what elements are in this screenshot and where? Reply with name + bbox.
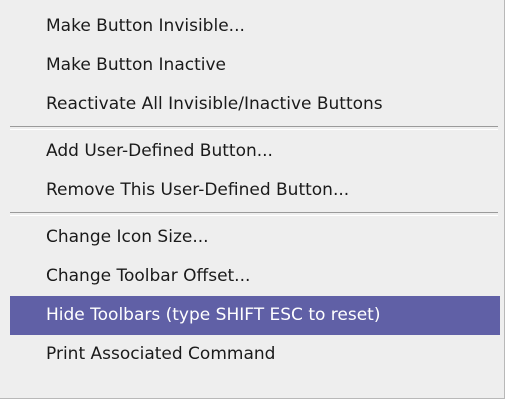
menu-item-reactivate-all-buttons[interactable]: Reactivate All Invisible/Inactive Button… <box>0 85 504 124</box>
menu-item-add-user-defined-button[interactable]: Add User-Defined Button... <box>0 132 504 171</box>
menu-item-make-button-invisible[interactable]: Make Button Invisible... <box>0 7 504 46</box>
context-menu: Make Button Invisible... Make Button Ina… <box>0 0 505 399</box>
menu-item-print-associated-command[interactable]: Print Associated Command <box>0 335 504 374</box>
menu-item-change-icon-size[interactable]: Change Icon Size... <box>0 218 504 257</box>
menu-separator <box>10 212 498 216</box>
menu-item-make-button-inactive[interactable]: Make Button Inactive <box>0 46 504 85</box>
menu-separator <box>10 126 498 130</box>
menu-item-hide-toolbars[interactable]: Hide Toolbars (type SHIFT ESC to reset) <box>10 296 500 335</box>
menu-item-remove-user-defined-button[interactable]: Remove This User-Defined Button... <box>0 171 504 210</box>
menu-item-change-toolbar-offset[interactable]: Change Toolbar Offset... <box>0 257 504 296</box>
